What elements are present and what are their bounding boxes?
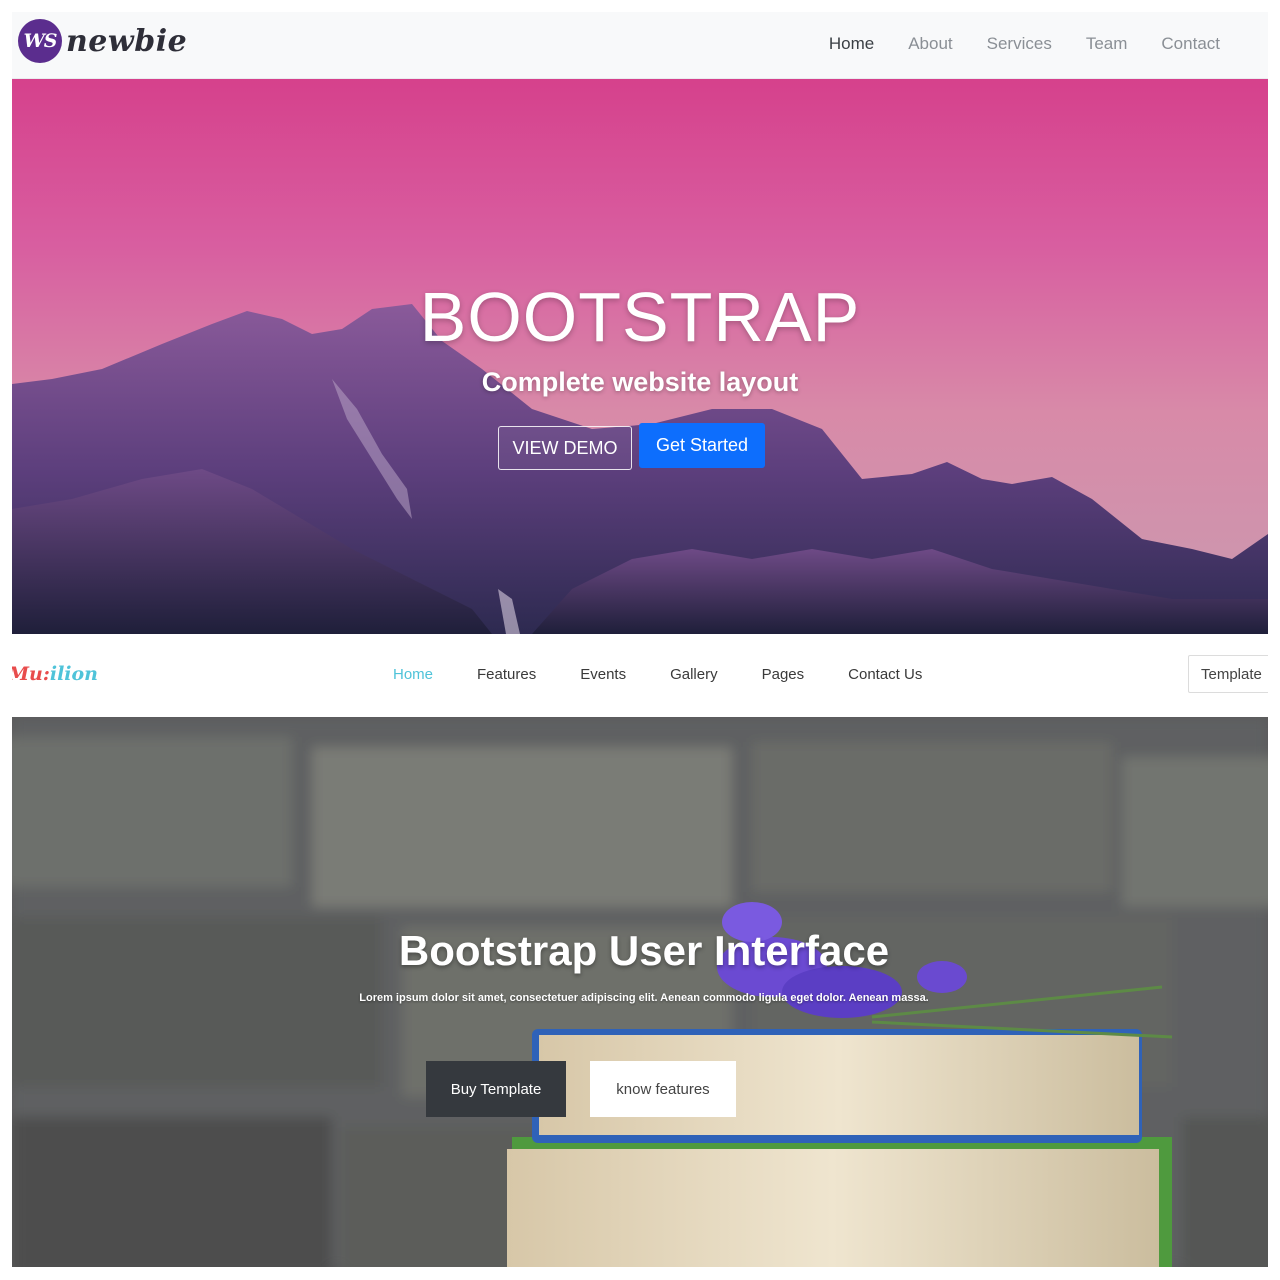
main-nav: Home About Services Team Contact <box>829 34 1220 54</box>
nav-home[interactable]: Home <box>393 666 433 683</box>
nav-events[interactable]: Events <box>580 666 626 683</box>
nav-home[interactable]: Home <box>829 34 874 54</box>
newbie-screenshot: WS newbie Home About Services Team Conta… <box>12 12 1268 634</box>
hero-section: BOOTSTRAP Complete website layout VIEW D… <box>12 79 1268 634</box>
nav-contact[interactable]: Contact <box>1161 34 1220 54</box>
hero-title: BOOTSTRAP <box>419 278 861 356</box>
hero-section: Bootstrap User Interface Lorem ipsum dol… <box>12 717 1268 1267</box>
buy-template-button[interactable]: Buy Template <box>426 1061 566 1117</box>
main-nav: Home Features Events Gallery Pages Conta… <box>393 666 966 683</box>
hero-description: Lorem ipsum dolor sit amet, consectetuer… <box>359 992 929 1004</box>
nav-team[interactable]: Team <box>1086 34 1128 54</box>
brand-part-2: ilion <box>49 663 98 685</box>
view-demo-button[interactable]: VIEW DEMO <box>498 426 632 470</box>
template-button[interactable]: Template <box>1188 655 1268 693</box>
nav-features[interactable]: Features <box>477 666 536 683</box>
brand-logo[interactable]: WS newbie <box>18 19 187 63</box>
nav-contact-us[interactable]: Contact Us <box>848 666 922 683</box>
top-navbar: WS newbie Home About Services Team Conta… <box>12 12 1268 79</box>
nav-about[interactable]: About <box>908 34 952 54</box>
hero-title: Bootstrap User Interface <box>398 927 890 974</box>
know-features-button[interactable]: know features <box>590 1061 736 1117</box>
get-started-button[interactable]: Get Started <box>639 423 765 468</box>
nav-services[interactable]: Services <box>987 34 1052 54</box>
brand-name: newbie <box>66 23 188 59</box>
brand-logo[interactable]: Mu:ilion <box>12 663 98 685</box>
top-navbar: Mu:ilion Home Features Events Gallery Pa… <box>12 655 1268 717</box>
logo-mark-icon: WS <box>18 19 62 63</box>
nav-gallery[interactable]: Gallery <box>670 666 718 683</box>
brand-part-1: Mu: <box>12 663 50 685</box>
muzilion-screenshot: Mu:ilion Home Features Events Gallery Pa… <box>12 655 1268 1267</box>
nav-pages[interactable]: Pages <box>762 666 805 683</box>
hero-subtitle: Complete website layout <box>481 367 799 397</box>
